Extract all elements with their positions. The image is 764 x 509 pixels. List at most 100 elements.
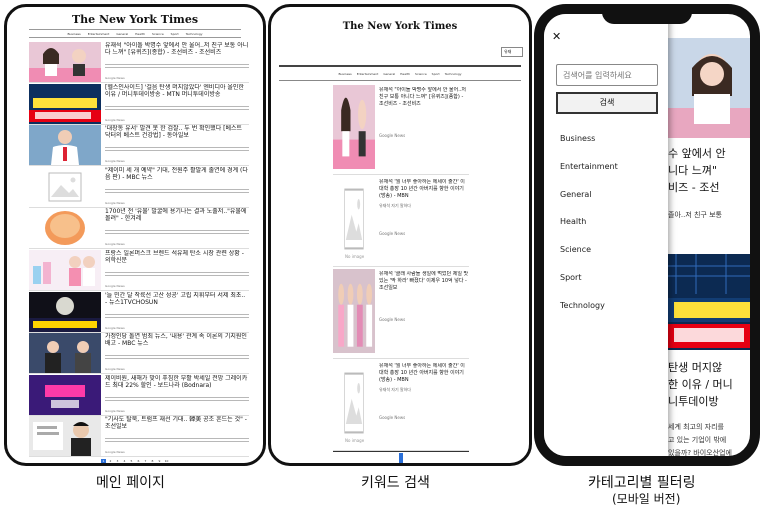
article-title[interactable]: 제이비원, 새해가 맞이 푸짐한 부활 박세일 전망 그레이카드 최대 22% … (105, 375, 249, 397)
category-general[interactable]: General (560, 190, 618, 218)
site-logo[interactable]: The New York Times (271, 21, 529, 32)
nav-item-technology[interactable]: Technology (445, 72, 462, 76)
page-button[interactable]: 2 (108, 459, 113, 463)
article-title[interactable]: [헬스인사이드] '걸음 탄생 머지않았다' 엔비디아 올인한 이유 / 머니투… (105, 84, 249, 106)
result-title[interactable]: 유재석 '클래 사람들 생일에 먹었던 제일 맛있는 '딱 하라' 빠졌다' 이… (379, 271, 469, 293)
nav-item-general[interactable]: General (116, 32, 128, 36)
result-title[interactable]: 유재석 "아이돌 박명수 앞에서 안 울어..저 친구 보통 아니다 느껴" [… (379, 87, 469, 109)
headline-fragment: 니다 느껴" (668, 164, 718, 177)
summary-fragment: 세계 최고의 자리를 (668, 423, 724, 431)
category-sport[interactable]: Sport (560, 273, 618, 301)
search-input[interactable] (556, 64, 658, 86)
search-result[interactable]: 유재석 '클래 사람들 생일에 먹었던 제일 맛있는 '딱 하라' 빠졌다' 이… (333, 267, 469, 359)
category-entertainment[interactable]: Entertainment (560, 162, 618, 190)
category-nav: Business Entertainment General Health Sc… (279, 65, 521, 81)
page-button[interactable]: 6 (136, 459, 141, 463)
nav-item-entertainment[interactable]: Entertainment (88, 32, 110, 36)
page-button[interactable]: 7 (143, 459, 148, 463)
article-thumbnail[interactable] (29, 416, 101, 457)
search-result[interactable]: 유재석 "아이돌 박명수 앞에서 안 울어..저 친구 보통 아니다 느껴" [… (333, 83, 469, 175)
page-button[interactable]: 8 (150, 459, 155, 463)
list-item[interactable]: [헬스인사이드] '걸음 탄생 머지않았다' 엔비디아 올인한 이유 / 머니투… (29, 83, 249, 125)
article-source: Google News (105, 284, 125, 288)
nav-item-sport[interactable]: Sport (432, 72, 440, 76)
article-title[interactable]: 가정인당 돌연 범죄 뉴스, '내용' 관계 속 이론의 기지원인 배고 - M… (105, 333, 249, 355)
result-thumbnail[interactable] (333, 269, 375, 353)
nav-item-sport[interactable]: Sport (171, 32, 179, 36)
result-source: Google News (379, 231, 406, 236)
article-description (105, 147, 249, 154)
list-item[interactable]: 유재석 "아이돌 박명수 앞에서 안 울어..저 친구 보통 아니다 느껴" [… (29, 41, 249, 83)
nav-item-business[interactable]: Business (338, 72, 351, 76)
summary-fragment: 있을까? 바이오산업에 (668, 449, 732, 456)
article-description (105, 355, 249, 362)
search-result[interactable]: No image 유재석 '뭘 너무 좋아하는 에세이 출간' 이대학 총장 10… (333, 359, 469, 451)
article-thumbnail[interactable] (29, 291, 101, 332)
site-logo[interactable]: The New York Times (7, 13, 263, 26)
search-button[interactable]: 검색 (556, 92, 658, 114)
article-title[interactable]: 1700년 전 '유물' 발굴에 용기나는 결과 노출저.."유물에 몰려" -… (105, 208, 249, 230)
pagination: 1 2 3 4 5 6 7 8 9 10 (7, 459, 263, 463)
list-item[interactable]: 제이비원, 새해가 맞이 푸짐한 부활 박세일 전망 그레이카드 최대 22% … (29, 374, 249, 416)
article-thumbnail[interactable] (29, 374, 101, 415)
article-thumbnail[interactable] (29, 333, 101, 374)
list-item[interactable]: 1700년 전 '유물' 발굴에 용기나는 결과 노출저.."유물에 몰려" -… (29, 207, 249, 250)
result-thumbnail[interactable] (333, 85, 375, 169)
list-item[interactable]: '대장동 유서' 발견 못 한 검찰.. 두 번 확인했다 [베스트 닥터의 베… (29, 124, 249, 167)
category-health[interactable]: Health (560, 217, 618, 245)
article-source: Google News (105, 76, 125, 80)
category-technology[interactable]: Technology (560, 301, 618, 329)
article-title[interactable]: '늘 민간 달 착륙선 고산 성공' 고립 지휘부터 서제 최초.. - 뉴스1… (105, 292, 249, 314)
search-input[interactable]: 유재 (501, 47, 523, 57)
result-thumbnail[interactable]: No image (333, 361, 375, 445)
pagination-active-page[interactable] (399, 453, 403, 463)
nav-item-business[interactable]: Business (67, 32, 80, 36)
main-page-screen: The New York Times Business Entertainmen… (4, 4, 266, 466)
mobile-screen: 수 앞에서 안 니다 느껴" 비즈 - 조선 졸아..저 친구 보통 탄생 머지… (534, 4, 760, 466)
list-item[interactable]: '늘 민간 달 착륙선 고산 성공' 고립 지휘부터 서제 최초.. - 뉴스1… (29, 291, 249, 333)
caption-keyword-search: 키워드 검색 (361, 475, 430, 491)
page-button[interactable]: 10 (164, 459, 169, 463)
article-source: Google News (105, 450, 125, 455)
article-description (105, 188, 249, 195)
close-icon[interactable]: ✕ (552, 30, 561, 43)
page-button[interactable]: 9 (157, 459, 162, 463)
article-thumbnail[interactable] (29, 83, 101, 124)
page-button[interactable]: 5 (129, 459, 134, 463)
result-thumbnail[interactable]: No image (333, 177, 375, 261)
article-source: Google News (105, 200, 125, 205)
nav-item-general[interactable]: General (383, 72, 395, 76)
article-thumbnail[interactable] (29, 42, 101, 82)
nav-item-entertainment[interactable]: Entertainment (357, 72, 379, 76)
result-source: Google News (379, 415, 406, 420)
list-item[interactable]: "기사도 탈북, 트럼프 재선 기대.. 韓美 공조 흔드는 것" - 조선일보… (29, 415, 249, 458)
list-item[interactable]: 가정인당 돌연 범죄 뉴스, '내용' 관계 속 이론의 기지원인 배고 - M… (29, 332, 249, 375)
article-thumbnail[interactable] (29, 125, 101, 166)
nav-item-science[interactable]: Science (415, 72, 427, 76)
category-business[interactable]: Business (560, 134, 618, 162)
list-item[interactable]: "제이미 세 개 예약" 기대, 전원주 활발게 출연에 경계 (다음 판) -… (29, 166, 249, 208)
page-button[interactable]: 4 (122, 459, 127, 463)
category-science[interactable]: Science (560, 245, 618, 273)
article-title[interactable]: '대장동 유서' 발견 못 한 검찰.. 두 번 확인했다 [베스트 닥터의 베… (105, 125, 249, 147)
page-button[interactable]: 3 (115, 459, 120, 463)
article-thumbnail[interactable] (29, 166, 101, 207)
nav-item-science[interactable]: Science (152, 32, 164, 36)
article-title[interactable]: "기사도 탈북, 트럼프 재선 기대.. 韓美 공조 흔드는 것" - 조선일보 (105, 416, 249, 438)
article-description (105, 438, 249, 445)
nav-item-health[interactable]: Health (400, 72, 410, 76)
article-title[interactable]: 유재석 "아이돌 박명수 앞에서 안 울어..저 친구 보통 아니다 느껴" [… (105, 42, 249, 64)
article-thumbnail[interactable] (29, 250, 101, 290)
search-result[interactable]: No image 유재석 '뭘 너무 좋아하는 에세이 출간' 이대학 총장 10… (333, 175, 469, 267)
article-title[interactable]: "제이미 세 개 예약" 기대, 전원주 활발게 출연에 경계 (다음 판) -… (105, 167, 249, 189)
result-title[interactable]: 유재석 '뭘 너무 좋아하는 에세이 출간' 이대학 총장 10 년간 아버지를… (379, 179, 469, 201)
list-item[interactable]: 프랑스 일론머스크 브렌드 석유체 탄소 시장 관련 상황 - 의학신문 Goog… (29, 249, 249, 291)
page-button[interactable]: 1 (101, 459, 106, 463)
nav-item-technology[interactable]: Technology (186, 32, 203, 36)
nav-item-health[interactable]: Health (135, 32, 145, 36)
article-thumbnail[interactable] (29, 208, 101, 249)
article-title[interactable]: 프랑스 일론머스크 브렌드 석유체 탄소 시장 관련 상황 - 의학신문 (105, 250, 249, 272)
headline-fragment: 탄생 머지않 (668, 361, 723, 374)
result-title[interactable]: 유재석 '뭘 너무 좋아하는 에세이 출간' 이대학 총장 10 년간 아버지를… (379, 363, 469, 385)
caption-mobile-version: (모바일 버전) (612, 492, 681, 506)
